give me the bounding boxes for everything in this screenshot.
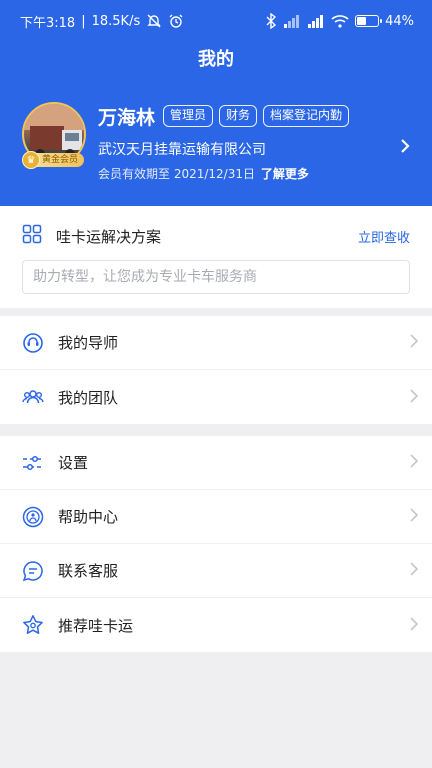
solution-slogan-field[interactable]: 助力转型，让您成为专业卡车服务商 — [22, 260, 410, 294]
mentor-icon — [22, 332, 44, 354]
chevron-right-icon — [410, 507, 419, 526]
gold-member-badge: ♛ 黄金会员 — [22, 151, 85, 169]
check-now-link[interactable]: 立即查收 — [358, 227, 410, 246]
menu-item-mentor[interactable]: 我的导师 — [0, 316, 432, 370]
signal-icon — [283, 14, 301, 28]
expiry-text: 会员有效期至 2021/12/31日 — [98, 167, 255, 181]
menu-label-team: 我的团队 — [58, 388, 119, 407]
chevron-right-icon[interactable] — [400, 138, 410, 159]
solution-title: 哇卡运解决方案 — [56, 227, 162, 246]
role-tag-admin: 管理员 — [163, 105, 214, 127]
menu-label-contact: 联系客服 — [58, 562, 119, 580]
alarm-icon — [168, 13, 184, 29]
solution-card: 哇卡运解决方案 立即查收 助力转型，让您成为专业卡车服务商 — [0, 206, 432, 308]
menu-item-help-center[interactable]: 帮助中心 — [0, 490, 432, 544]
chevron-right-icon — [410, 561, 419, 580]
status-network-speed: 18.5K/s — [91, 13, 141, 29]
member-level-label: 黄金会员 — [34, 153, 85, 167]
company-name: 武汉天月挂靠运输有限公司 — [98, 141, 266, 158]
menu-item-recommend[interactable]: 推荐哇卡运 — [0, 598, 432, 652]
help-icon — [22, 506, 44, 528]
menu-group-mentor-team: 我的导师 我的团队 — [0, 316, 432, 424]
learn-more-link[interactable]: 了解更多 — [261, 167, 309, 181]
grid-icon — [22, 224, 42, 248]
menu-group-settings: 设置 帮助中心 联系客服 推荐哇卡运 — [0, 436, 432, 652]
user-name: 万海林 — [98, 106, 156, 129]
chat-icon — [22, 560, 44, 582]
menu-item-team[interactable]: 我的团队 — [0, 370, 432, 424]
menu-label-settings: 设置 — [58, 454, 89, 472]
profile-header: 下午3:18 | 18.5K/s 44% 我的 ♛ 黄金会员 万海林 管理员 财… — [0, 0, 432, 206]
chevron-right-icon — [410, 616, 419, 635]
menu-item-settings[interactable]: 设置 — [0, 436, 432, 490]
signal-icon-2 — [307, 14, 325, 28]
star-icon — [22, 614, 44, 636]
page-title: 我的 — [198, 49, 234, 70]
bluetooth-icon — [265, 13, 277, 29]
crown-icon: ♛ — [22, 151, 40, 169]
chevron-right-icon — [410, 388, 419, 407]
menu-item-contact-support[interactable]: 联系客服 — [0, 544, 432, 598]
role-tag-archive: 档案登记内勤 — [263, 105, 350, 127]
menu-label-mentor: 我的导师 — [58, 334, 119, 352]
battery-percent: 44% — [385, 13, 414, 29]
chevron-right-icon — [410, 333, 419, 352]
battery-icon — [355, 15, 383, 27]
avatar-wrapper[interactable]: ♛ 黄金会员 — [22, 102, 86, 169]
mute-bell-icon — [146, 13, 162, 29]
status-bar: 下午3:18 | 18.5K/s 44% — [20, 13, 414, 31]
menu-label-recommend: 推荐哇卡运 — [58, 616, 134, 635]
profile-card[interactable]: ♛ 黄金会员 万海林 管理员 财务 档案登记内勤 武汉天月挂靠运输有限公司 会员… — [22, 102, 410, 182]
settings-icon — [22, 452, 44, 474]
membership-expiry: 会员有效期至 2021/12/31日 了解更多 — [98, 165, 410, 182]
menu-label-help: 帮助中心 — [58, 508, 119, 526]
team-icon — [22, 386, 44, 408]
chevron-right-icon — [410, 453, 419, 472]
wifi-icon — [331, 14, 349, 28]
status-time: 下午3:18 — [20, 15, 76, 31]
role-tag-finance: 财务 — [219, 105, 258, 127]
